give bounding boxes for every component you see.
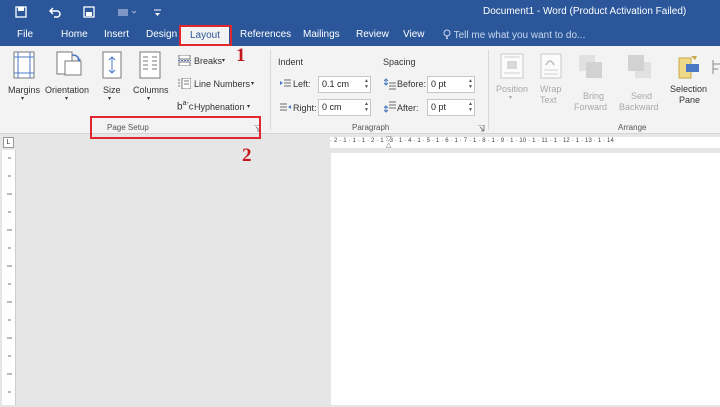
indent-right-spinner[interactable]: ▲ ▼ [364,101,369,113]
breaks-icon [178,54,191,68]
wrap-text-icon [540,53,562,81]
hyphenation-label: Hyphenation [194,102,245,112]
vertical-ruler[interactable] [2,150,16,405]
redo-icon[interactable] [114,4,140,20]
orientation-label: Orientation [45,85,90,95]
ribbon-tabs: File Home Insert Design Layout Reference… [0,24,720,46]
tell-me-search[interactable]: Tell me what you want to do... [443,29,585,41]
spacing-after-spinner[interactable]: ▲ ▼ [468,101,473,113]
save-icon[interactable] [12,4,30,20]
indent-right-value: 0 cm [322,102,342,112]
breaks-dropdown-icon: ▾ [222,58,226,64]
line-numbers-label: Line Numbers [194,79,251,89]
breaks-label: Breaks [194,56,223,66]
selection-pane-label-2: Pane [679,95,701,105]
indent-left-spinner[interactable]: ▲ ▼ [364,78,369,90]
step-1-annotation: 1 [236,45,246,66]
line-numbers-dropdown-icon: ▾ [251,81,255,87]
hyphenation-icon: ba-c [177,100,194,113]
margins-icon [12,51,36,81]
indent-marker-icon[interactable]: ▽ △ [386,136,391,149]
horizontal-ruler[interactable]: · 2 · 1 · 1 · 1 · 2 · 1 · 3 · 1 · 4 · 1 … [330,136,720,149]
size-label: Size [103,85,121,95]
arrange-group-label: Arrange [618,123,647,132]
tab-review[interactable]: Review [356,29,389,40]
selection-pane-icon [677,54,701,84]
spacing-title: Spacing [383,57,416,67]
margins-label: Margins [8,85,41,95]
title-bar: Document1 - Word (Product Activation Fai… [0,0,720,24]
page-setup-highlight [90,116,261,139]
wrap-text-label-2: Text [540,95,557,105]
hyphenation-dropdown-icon: ▾ [247,104,251,110]
window-title: Document1 - Word (Product Activation Fai… [483,6,687,17]
spacing-before-value: 0 pt [431,79,447,89]
wrap-text-label-1: Wrap [540,84,562,94]
size-icon [101,51,123,81]
spacing-before-icon [383,78,396,92]
undo-icon[interactable] [46,4,64,20]
indent-left-input[interactable]: 0.1 cm ▲ ▼ [318,76,371,93]
margins-dropdown-icon: ▾ [21,96,25,102]
save-as-icon[interactable] [80,4,98,20]
tab-insert[interactable]: Insert [104,29,129,40]
spacing-after-label: After: [397,103,419,113]
columns-dropdown-icon: ▾ [147,96,151,102]
tab-design[interactable]: Design [146,29,177,40]
tab-mailings[interactable]: Mailings [303,29,340,40]
ribbon-separator [488,50,489,130]
tab-selector[interactable]: L [3,137,14,148]
ruler-numbers: · 2 · 1 · 1 · 1 · 2 · 1 · 3 · 1 · 4 · 1 … [330,138,614,144]
spacing-before-label: Before: [397,79,427,89]
indent-left-value: 0.1 cm [322,79,350,89]
spacing-after-icon [383,101,396,115]
vertical-ruler-ticks [7,157,12,393]
selection-pane-label-1: Selection [670,84,708,94]
lightbulb-icon [443,29,454,41]
bring-forward-icon [578,54,604,82]
paragraph-group-label: Paragraph [352,123,390,132]
spacing-before-input[interactable]: 0 pt ▲ ▼ [427,76,475,93]
indent-right-icon [280,103,291,115]
indent-right-input[interactable]: 0 cm ▲ ▼ [318,99,371,116]
bring-forward-label-2: Forward [574,102,608,112]
spacing-before-spinner[interactable]: ▲ ▼ [468,78,473,90]
tab-home[interactable]: Home [61,29,88,40]
send-backward-label-1: Send [631,91,653,101]
tell-me-text: Tell me what you want to do... [453,30,586,41]
line-numbers-icon [178,77,192,91]
tab-references[interactable]: References [240,29,291,40]
size-dropdown-icon: ▾ [108,96,112,102]
indent-title: Indent [278,57,304,67]
spacing-after-value: 0 pt [431,102,447,112]
send-backward-icon [627,54,653,82]
position-label: Position [496,84,529,94]
indent-left-label: Left: [293,79,311,89]
columns-icon [139,51,161,81]
spacing-after-input[interactable]: 0 pt ▲ ▼ [427,99,475,116]
position-icon [500,53,524,81]
indent-right-label: Right: [293,103,317,113]
document-page[interactable] [331,153,720,405]
customize-toolbar-icon[interactable] [150,4,164,20]
send-backward-label-2: Backward [619,102,659,112]
align-icon[interactable] [712,60,720,76]
step-2-annotation: 2 [242,145,252,166]
tab-view[interactable]: View [403,29,425,40]
indent-left-icon [280,79,291,91]
tab-file[interactable]: File [17,29,33,40]
columns-label: Columns [133,85,169,95]
ribbon-separator [270,50,271,130]
position-dropdown-icon: ▾ [509,95,513,101]
orientation-icon [55,51,83,81]
orientation-dropdown-icon: ▾ [65,96,69,102]
paragraph-dialog-launcher-icon[interactable] [478,124,485,134]
bring-forward-label-1: Bring [583,91,605,101]
layout-tab-highlight [179,25,232,46]
